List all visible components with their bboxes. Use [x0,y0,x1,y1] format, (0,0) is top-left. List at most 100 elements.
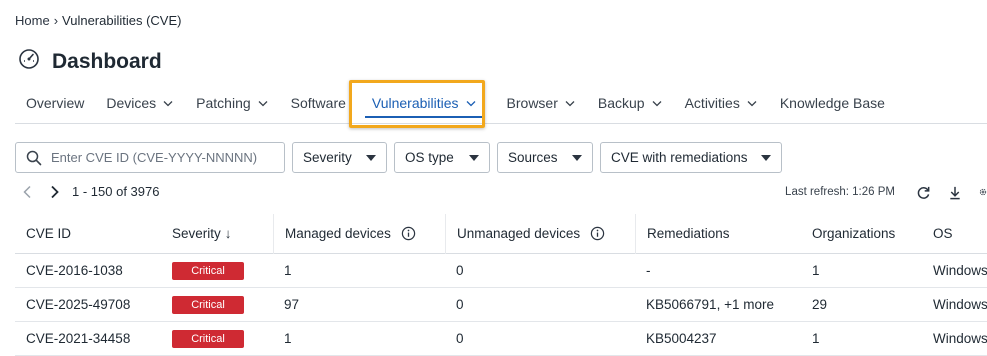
chevron-down-icon [747,100,757,106]
cell-severity: Critical [161,329,273,348]
header-label: Severity [172,226,221,241]
severity-badge: Critical [172,295,244,314]
cell-os: Windows [933,263,987,278]
breadcrumb: Home › Vulnerabilities (CVE) [15,13,181,28]
chevron-down-icon [258,100,268,106]
cve-remediations-filter-label: CVE with remediations [611,150,748,165]
severity-badge: Critical [172,261,244,280]
header-label: CVE ID [26,226,72,241]
search-icon [26,150,42,165]
cell-managed-devices[interactable]: 1 [273,331,445,346]
cell-severity: Critical [161,295,273,314]
tab-devices[interactable]: Devices [95,82,185,124]
refresh-icon[interactable] [915,184,931,200]
info-icon[interactable] [401,226,416,241]
cell-remediations[interactable]: KB5066791, +1 more [635,297,801,312]
chevron-down-icon [652,100,662,106]
column-header-organizations[interactable]: Organizations [801,214,922,254]
column-header-remediations[interactable]: Remediations [635,213,801,254]
header-label: Organizations [812,226,896,241]
page-title: Dashboard [52,49,162,73]
caret-down-icon [572,154,582,161]
tab-label: Browser [506,94,558,111]
column-header-severity[interactable]: Severity ↓ [161,214,273,254]
cell-unmanaged-devices[interactable]: 0 [445,331,635,346]
tab-label: Knowledge Base [779,94,885,111]
column-header-unmanaged-devices[interactable]: Unmanaged devices [445,213,635,254]
breadcrumb-home[interactable]: Home [15,13,50,28]
toolbar-actions: Last refresh: 1:26 PM [785,184,987,200]
info-icon[interactable] [590,226,605,241]
os-type-filter[interactable]: OS type [394,142,490,173]
chevron-down-icon [163,100,173,106]
table-header: CVE ID Severity ↓ Managed devices Unmana… [15,213,987,254]
filter-bar: Severity OS type Sources CVE with remedi… [15,142,782,173]
last-refresh-text: Last refresh: 1:26 PM [785,186,895,198]
table-row[interactable]: CVE-2025-49708 Critical 97 0 KB5066791, … [15,288,987,322]
tab-software[interactable]: Software [280,82,357,124]
chevron-down-icon [565,100,575,106]
tab-label: Patching [196,94,251,111]
cve-remediations-filter[interactable]: CVE with remediations [600,142,782,173]
severity-filter[interactable]: Severity [292,142,387,173]
severity-filter-label: Severity [303,150,352,165]
cell-cve-id[interactable]: CVE-2021-34458 [15,331,161,346]
header-label: OS [933,226,953,241]
previous-page-icon[interactable] [20,185,34,199]
tab-patching[interactable]: Patching [185,82,279,124]
download-icon[interactable] [947,184,963,200]
tab-vulnerabilities[interactable]: Vulnerabilities [361,82,488,124]
pagination: 1 - 150 of 3976 [20,184,159,199]
tab-knowledge-base[interactable]: Knowledge Base [769,82,896,124]
cell-managed-devices[interactable]: 1 [273,263,445,278]
cell-remediations: - [646,263,651,278]
cell-remediations[interactable]: KB5004237 [635,331,801,346]
header-label: Remediations [647,226,730,241]
tab-label: Backup [597,94,645,111]
cve-table: CVE ID Severity ↓ Managed devices Unmana… [15,213,987,356]
cell-cve-id[interactable]: CVE-2016-1038 [15,263,161,278]
cell-organizations[interactable]: 1 [801,331,922,346]
sort-descending-icon: ↓ [224,226,232,241]
caret-down-icon [469,154,479,161]
column-header-managed-devices[interactable]: Managed devices [273,213,445,254]
cell-os: Windows [933,297,987,312]
pagination-range: 1 - 150 of 3976 [72,184,160,199]
sources-filter-label: Sources [508,150,558,165]
header-label: Unmanaged devices [457,226,581,241]
tab-activities[interactable]: Activities [674,82,769,124]
tab-label: Activities [684,94,740,111]
next-page-icon[interactable] [48,185,62,199]
sources-filter[interactable]: Sources [497,142,593,173]
header-label: Managed devices [285,226,391,241]
cell-cve-id[interactable]: CVE-2025-49708 [15,297,161,312]
cell-organizations[interactable]: 29 [801,297,922,312]
os-type-filter-label: OS type [405,150,454,165]
chevron-down-icon [466,100,475,106]
tab-label: Vulnerabilities [371,94,459,111]
cell-unmanaged-devices[interactable]: 0 [445,297,635,312]
page-header: Dashboard [18,48,162,75]
cell-severity: Critical [161,261,273,280]
tab-overview[interactable]: Overview [15,82,95,124]
cell-managed-devices[interactable]: 97 [273,297,445,312]
cell-unmanaged-devices[interactable]: 0 [445,263,635,278]
settings-gear-icon[interactable] [979,184,987,200]
cve-search-input[interactable] [51,150,271,165]
tab-backup[interactable]: Backup [587,82,674,124]
cell-organizations[interactable]: 1 [801,263,922,278]
tab-label: Software [290,94,346,111]
caret-down-icon [366,154,376,161]
cve-search-box[interactable] [15,142,285,173]
severity-badge: Critical [172,329,244,348]
column-header-os[interactable]: OS [922,214,987,254]
table-row[interactable]: CVE-2021-34458 Critical 1 0 KB5004237 1 … [15,322,987,356]
column-header-cve-id[interactable]: CVE ID [15,214,161,254]
breadcrumb-current: Vulnerabilities (CVE) [62,13,182,28]
tab-label: Devices [106,94,157,111]
caret-down-icon [761,154,771,161]
cell-os: Windows [933,331,987,346]
table-row[interactable]: CVE-2016-1038 Critical 1 0 - 1 Windows [15,254,987,288]
tab-browser[interactable]: Browser [496,82,587,124]
tab-label: Overview [26,94,85,111]
